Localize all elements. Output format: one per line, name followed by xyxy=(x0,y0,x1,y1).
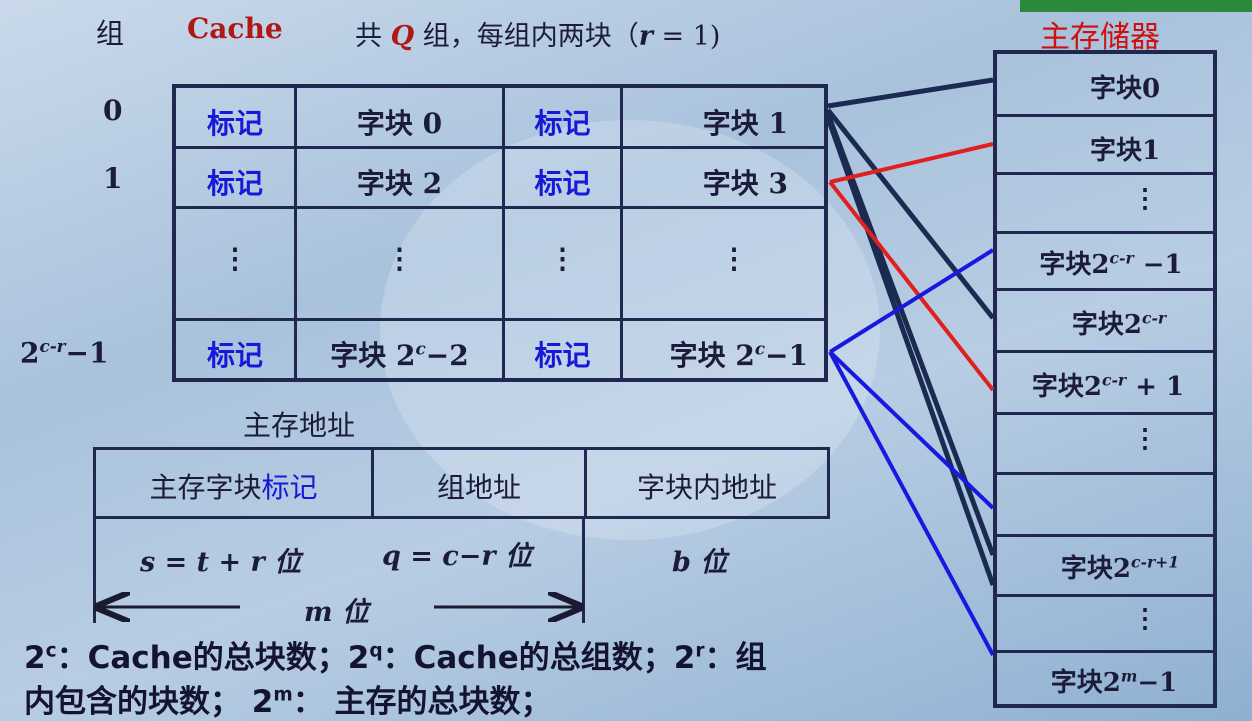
map-line-blue xyxy=(828,351,995,656)
map-line-navy xyxy=(825,117,996,586)
legend-line-1: 2c：Cache的总块数；2q：Cache的总组数；2r：组 xyxy=(24,640,767,676)
map-line-navy xyxy=(827,77,994,109)
mapping-lines xyxy=(0,77,996,656)
map-line-blue xyxy=(828,350,995,510)
map-line-red xyxy=(829,142,994,184)
map-line-navy xyxy=(825,113,996,556)
legend-line-2: 内包含的块数； 2m： 主存的总块数； xyxy=(24,684,552,720)
